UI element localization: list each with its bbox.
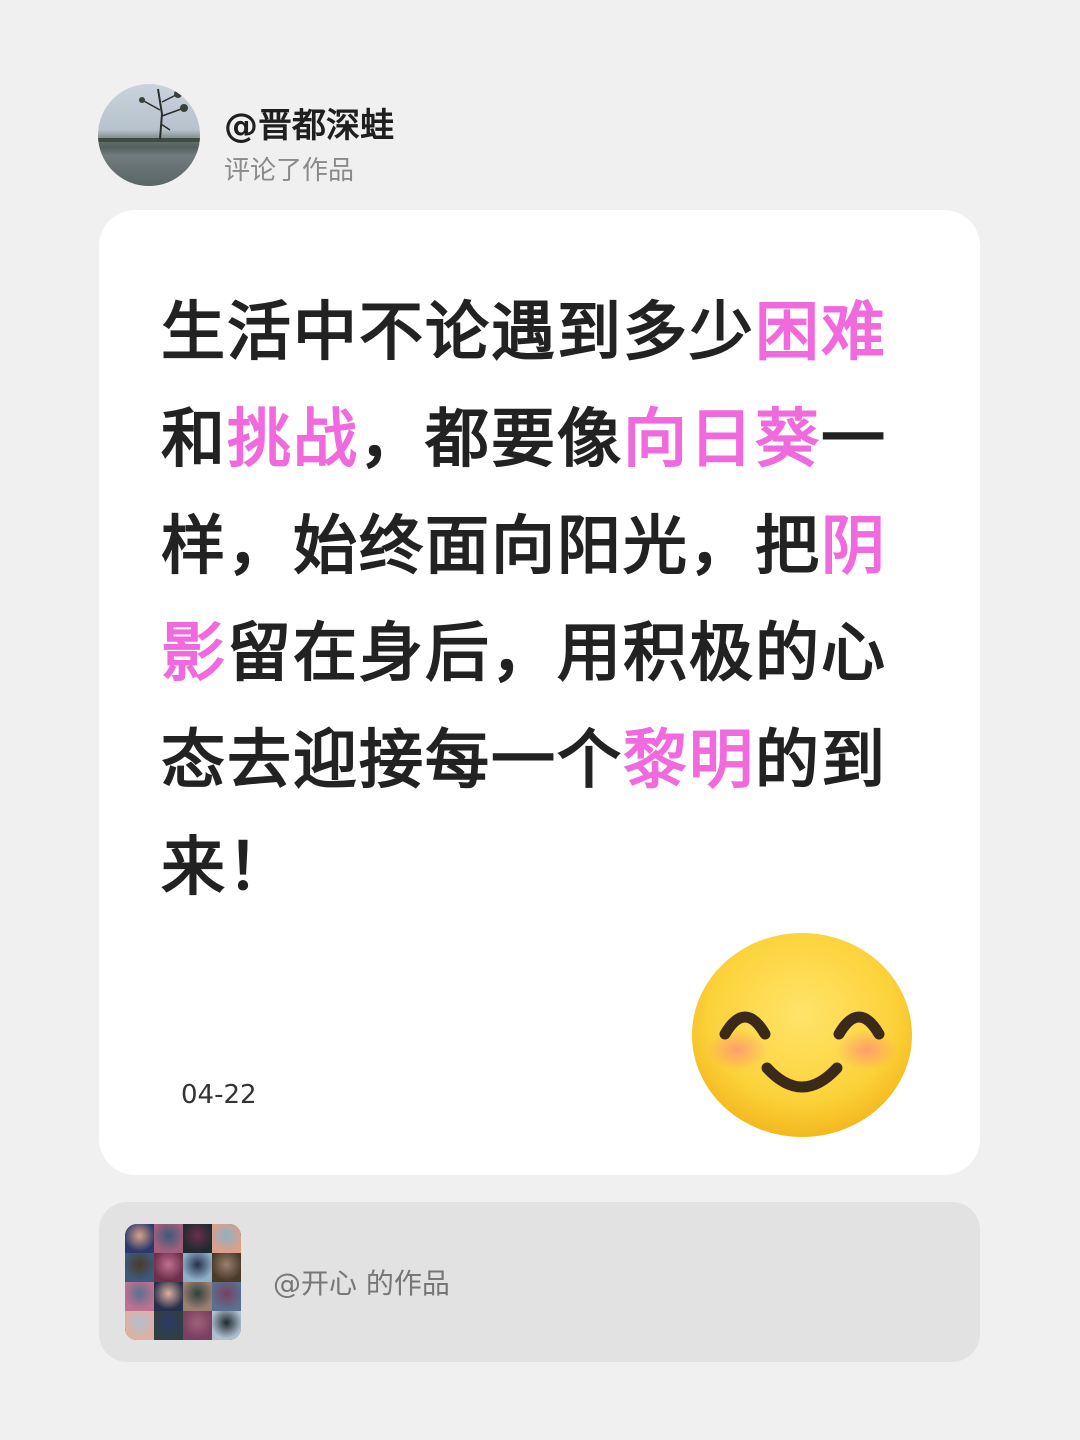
action-text: 评论了作品 — [224, 156, 355, 186]
highlighted-phrase: 困难 — [755, 296, 887, 370]
referenced-work-card[interactable]: @开心 的作品 — [99, 1202, 980, 1362]
comment-phrase: ，都要像 — [359, 403, 623, 477]
comment-text: 生活中不论遇到多少困难和挑战，都要像向日葵一样，始终面向阳光，把阴影留在身后，用… — [161, 280, 909, 922]
work-thumbnail[interactable] — [125, 1224, 241, 1340]
highlighted-phrase: 黎明 — [623, 724, 755, 798]
thumbnail-tile — [212, 1282, 241, 1311]
comment-card: 生活中不论遇到多少困难和挑战，都要像向日葵一样，始终面向阳光，把阴影留在身后，用… — [99, 210, 980, 1175]
thumbnail-tile — [183, 1282, 212, 1311]
thumbnail-tile — [212, 1224, 241, 1253]
thumbnail-tile — [125, 1224, 154, 1253]
thumbnail-tile — [183, 1224, 212, 1253]
thumbnail-tile — [154, 1311, 183, 1340]
thumbnail-tile — [154, 1253, 183, 1282]
comment-date: 04-22 — [181, 1080, 257, 1110]
thumbnail-tile — [125, 1282, 154, 1311]
referenced-work-label[interactable]: @开心 的作品 — [273, 1262, 450, 1302]
smiling-face-emoji — [692, 933, 912, 1137]
thumbnail-tile — [125, 1253, 154, 1282]
thumbnail-tile — [212, 1253, 241, 1282]
comment-phrase: 和 — [161, 403, 227, 477]
thumbnail-tile — [125, 1311, 154, 1340]
highlighted-phrase: 向日葵 — [623, 403, 821, 477]
thumbnail-tile — [154, 1282, 183, 1311]
avatar[interactable] — [98, 84, 200, 186]
thumbnail-tile — [154, 1224, 183, 1253]
highlighted-phrase: 挑战 — [227, 403, 359, 477]
thumbnail-tile — [183, 1253, 212, 1282]
thumbnail-tile — [183, 1311, 212, 1340]
username[interactable]: @晋都深蛙 — [224, 98, 394, 147]
avatar-lake-tree-image — [98, 88, 200, 186]
comment-phrase: 生活中不论遇到多少 — [161, 296, 755, 370]
thumbnail-tile — [212, 1311, 241, 1340]
